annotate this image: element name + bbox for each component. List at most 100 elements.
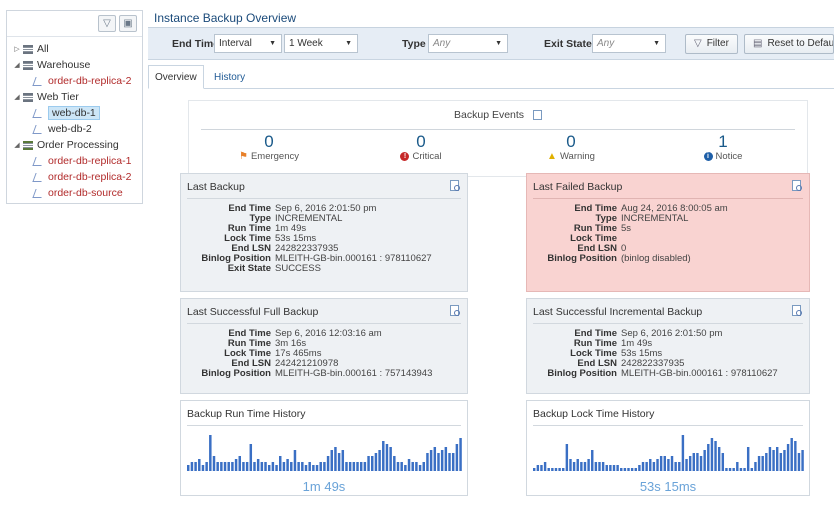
history-bar[interactable] (198, 459, 201, 471)
history-bar[interactable] (216, 462, 219, 471)
history-bar[interactable] (334, 447, 337, 471)
history-bar[interactable] (396, 462, 400, 471)
tab-history[interactable]: History (208, 65, 251, 89)
history-bar[interactable] (227, 462, 230, 471)
history-bar[interactable] (326, 456, 330, 471)
history-bar[interactable] (459, 438, 462, 471)
collapsed-caret-icon[interactable]: ▷ (11, 45, 23, 53)
history-bar[interactable] (429, 450, 433, 471)
report-icon[interactable] (450, 180, 460, 191)
history-bar[interactable] (359, 462, 363, 471)
history-bar[interactable] (290, 462, 293, 471)
expanded-caret-icon[interactable]: ◢ (11, 93, 23, 101)
history-bar[interactable] (696, 453, 699, 471)
history-bar[interactable] (267, 465, 271, 471)
history-bar[interactable] (656, 459, 659, 471)
history-bar[interactable] (591, 450, 594, 471)
filter-icon[interactable]: ▽ (98, 15, 116, 32)
history-bar[interactable] (337, 453, 341, 471)
history-bar[interactable] (220, 462, 223, 471)
history-bar[interactable] (543, 462, 547, 471)
tree-item-instance[interactable]: order-db-replica-1 (7, 153, 142, 169)
history-bar[interactable] (757, 456, 761, 471)
history-bar[interactable] (750, 468, 754, 471)
history-bar[interactable] (768, 447, 772, 471)
history-bar[interactable] (710, 438, 714, 471)
history-bar[interactable] (565, 444, 569, 471)
history-bar[interactable] (411, 462, 414, 471)
history-bar[interactable] (761, 456, 764, 471)
history-bar[interactable] (279, 456, 282, 471)
history-bar[interactable] (297, 462, 300, 471)
tree-item-instance[interactable]: order-db-replica-2 (7, 169, 142, 185)
history-bar[interactable] (249, 444, 253, 471)
history-bar[interactable] (652, 462, 656, 471)
history-bar[interactable] (540, 465, 543, 471)
history-bar[interactable] (194, 462, 197, 471)
end-time-mode-select[interactable]: Interval ▼ (214, 34, 282, 53)
end-time-range-select[interactable]: 1 Week ▼ (284, 34, 358, 53)
history-bar[interactable] (674, 462, 677, 471)
history-bar[interactable] (433, 447, 437, 471)
history-bar[interactable] (234, 459, 238, 471)
history-bar[interactable] (583, 462, 587, 471)
tree-item-group[interactable]: ▷ All (7, 41, 142, 57)
history-bar[interactable] (659, 456, 663, 471)
history-bar[interactable] (304, 465, 308, 471)
history-bar[interactable] (765, 453, 768, 471)
tab-overview[interactable]: Overview (148, 65, 204, 89)
history-bar[interactable] (707, 444, 710, 471)
history-bar[interactable] (790, 438, 793, 471)
history-bar[interactable] (594, 462, 598, 471)
history-bar[interactable] (783, 450, 786, 471)
history-bar[interactable] (649, 459, 652, 471)
history-bar[interactable] (451, 453, 455, 471)
history-bar[interactable] (598, 462, 601, 471)
history-bar[interactable] (444, 447, 448, 471)
tree-item-group[interactable]: ◢ Order Processing (7, 137, 142, 153)
history-bar[interactable] (736, 462, 739, 471)
exit-state-select[interactable]: Any ▼ (592, 34, 666, 53)
report-icon[interactable] (792, 180, 802, 191)
history-bar[interactable] (601, 462, 605, 471)
history-bar[interactable] (264, 462, 267, 471)
history-bar[interactable] (371, 456, 374, 471)
history-bar[interactable] (743, 468, 746, 471)
history-bar[interactable] (779, 453, 783, 471)
history-bar[interactable] (794, 441, 797, 471)
history-bar[interactable] (717, 447, 721, 471)
history-bar[interactable] (407, 459, 411, 471)
history-bar[interactable] (231, 462, 234, 471)
history-bar[interactable] (630, 468, 634, 471)
history-bar[interactable] (275, 465, 278, 471)
history-bar[interactable] (323, 462, 326, 471)
history-bar[interactable] (315, 465, 319, 471)
tree-item-instance[interactable]: order-db-replica-2 (7, 73, 142, 89)
event-emergency[interactable]: 0 ⚑ Emergency (209, 133, 329, 163)
type-select[interactable]: Any ▼ (428, 34, 508, 53)
history-bar[interactable] (422, 462, 425, 471)
history-bar[interactable] (440, 450, 444, 471)
history-bar[interactable] (688, 456, 692, 471)
history-bar[interactable] (627, 468, 630, 471)
history-bar[interactable] (418, 465, 422, 471)
history-bar[interactable] (685, 459, 688, 471)
filter-button[interactable]: ▽ Filter (685, 33, 738, 54)
history-bar[interactable] (352, 462, 356, 471)
history-bar[interactable] (536, 465, 540, 471)
history-bar[interactable] (638, 465, 641, 471)
history-bar[interactable] (572, 462, 576, 471)
tree-item-instance[interactable]: web-db-1 (7, 105, 142, 121)
history-bar[interactable] (260, 462, 264, 471)
history-bar[interactable] (681, 435, 685, 471)
history-bar[interactable] (187, 465, 190, 471)
history-bar[interactable] (448, 453, 451, 471)
history-bar[interactable] (616, 465, 619, 471)
history-bar[interactable] (678, 462, 681, 471)
report-icon[interactable] (450, 305, 460, 316)
history-bar[interactable] (580, 462, 583, 471)
history-bar[interactable] (754, 462, 757, 471)
history-bar[interactable] (301, 462, 304, 471)
history-bar[interactable] (786, 444, 790, 471)
history-bar[interactable] (623, 468, 627, 471)
